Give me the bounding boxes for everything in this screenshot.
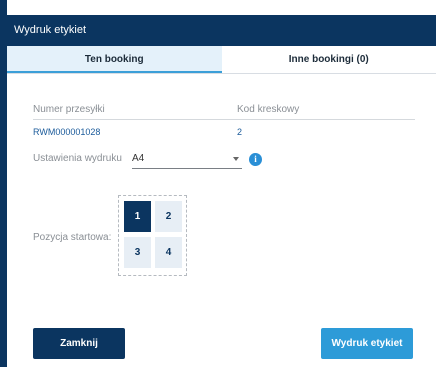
- start-position-label: Pozycja startowa:: [33, 232, 112, 243]
- start-position-2[interactable]: 2: [155, 201, 182, 232]
- left-edge-bar: [0, 0, 7, 367]
- print-format-select[interactable]: A4: [132, 151, 242, 169]
- column-header-shipment-number: Numer przesyłki: [33, 104, 105, 115]
- shipment-number-value: RWM000001028: [33, 127, 101, 137]
- column-header-barcode: Kod kreskowy: [237, 104, 300, 115]
- print-settings-label: Ustawienia wydruku: [33, 153, 122, 164]
- start-position-grid: 1 2 3 4: [118, 195, 187, 276]
- close-button[interactable]: Zamknij: [33, 328, 125, 359]
- tab-this-booking[interactable]: Ten booking: [7, 46, 222, 73]
- table-header-divider: [33, 119, 415, 120]
- print-labels-button[interactable]: Wydruk etykiet: [321, 328, 413, 359]
- start-position-1[interactable]: 1: [124, 201, 151, 232]
- tab-bar: Ten booking Inne bookingi (0): [7, 46, 436, 74]
- tab-other-bookings[interactable]: Inne bookingi (0): [222, 46, 436, 73]
- dialog-title: Wydruk etykiet: [7, 15, 436, 46]
- barcode-value: 2: [237, 127, 243, 137]
- info-icon[interactable]: i: [249, 153, 262, 166]
- caret-down-icon: [233, 157, 239, 161]
- start-position-3[interactable]: 3: [124, 237, 151, 268]
- start-position-4[interactable]: 4: [155, 237, 182, 268]
- print-format-value: A4: [132, 153, 145, 164]
